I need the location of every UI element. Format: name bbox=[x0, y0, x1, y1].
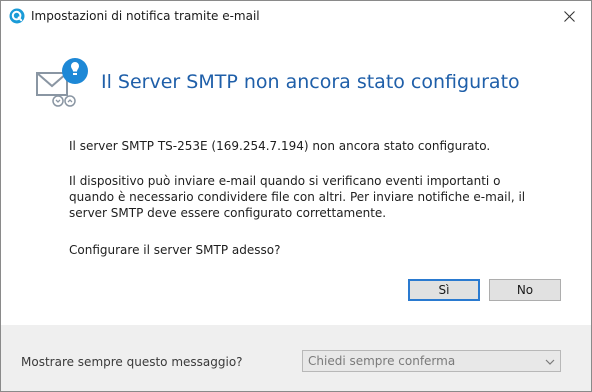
dropdown-selected-value: Chiedi sempre conferma bbox=[308, 354, 456, 368]
message-status: Il server SMTP TS-253E (169.254.7.194) n… bbox=[69, 139, 491, 153]
message-description: Il dispositivo può inviare e-mail quando… bbox=[69, 174, 526, 220]
show-message-dropdown[interactable]: Chiedi sempre conferma bbox=[302, 350, 561, 372]
close-button[interactable] bbox=[547, 1, 591, 31]
close-icon bbox=[563, 7, 575, 26]
window-title: Impostazioni di notifica tramite e-mail bbox=[31, 9, 260, 23]
message-question: Configurare il server SMTP adesso? bbox=[69, 243, 281, 257]
show-message-label: Mostrare sempre questo messaggio? bbox=[21, 355, 243, 369]
dialog-heading: Il Server SMTP non ancora stato configur… bbox=[101, 71, 520, 93]
footer-bar: Mostrare sempre questo messaggio? Chiedi… bbox=[1, 325, 591, 391]
mail-alert-icon bbox=[35, 57, 91, 109]
title-bar: Impostazioni di notifica tramite e-mail bbox=[1, 1, 591, 31]
dialog-window: Impostazioni di notifica tramite e-mail … bbox=[0, 0, 592, 392]
yes-button[interactable]: Sì bbox=[408, 279, 480, 301]
no-button[interactable]: No bbox=[489, 279, 561, 301]
chevron-down-icon bbox=[545, 356, 555, 366]
qnap-q-icon bbox=[9, 8, 25, 24]
